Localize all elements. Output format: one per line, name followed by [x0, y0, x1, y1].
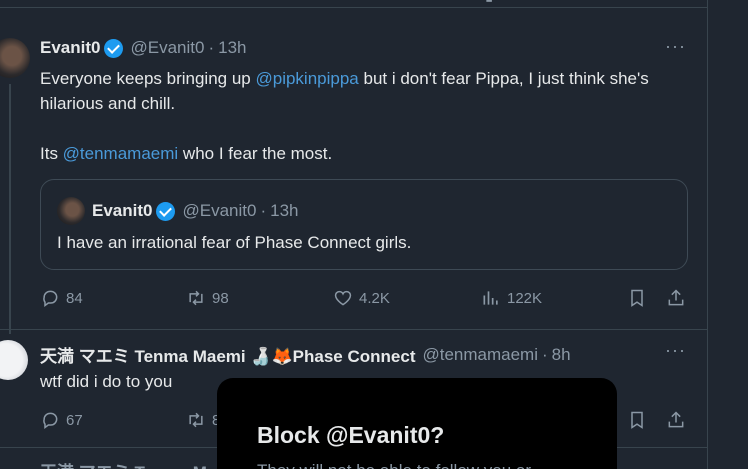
bookmark-icon [631, 289, 643, 307]
retweet-count: 98 [212, 289, 229, 307]
bookmark-button[interactable] [627, 288, 653, 308]
tweet-evanit0[interactable]: Evanit0 @Evanit0 · 13h ··· Everyone keep… [0, 22, 708, 334]
like-icon[interactable]: ♡ [340, 0, 353, 4]
verified-badge-icon [104, 38, 124, 58]
reply-count: 84 [66, 289, 83, 307]
tweet-actions: 84 98 4.2K 122K [40, 288, 688, 310]
reply-button[interactable]: 67 [40, 410, 83, 430]
retweet-icon [189, 412, 203, 428]
like-count: 4.2K [359, 289, 390, 307]
more-options-icon[interactable]: ··· [665, 36, 686, 57]
reply-button[interactable]: 84 [40, 288, 83, 308]
quoted-author-name: Evanit0 [92, 201, 153, 220]
share-button[interactable] [666, 288, 692, 308]
share-icon [668, 411, 684, 428]
verified-badge-icon [156, 201, 176, 221]
share-icon [668, 289, 684, 306]
next-tweet-author-partial[interactable]: 天満 マエミ Tenma Mae [40, 458, 226, 469]
bookmark-icon [631, 411, 643, 429]
text-segment: who I fear the most. [178, 144, 333, 163]
tweet-text-paragraph-1: Everyone keeps bringing up @pipkinpippa … [40, 66, 680, 116]
retweet-button[interactable]: 8 [186, 410, 220, 430]
author-name[interactable]: 天満 マエミ Tenma Maemi 🍶🦊Phase Connect [40, 342, 415, 367]
retweet-icon [189, 290, 203, 306]
tweet-timestamp[interactable]: 8h [552, 345, 571, 365]
separator-dot: · [260, 201, 267, 220]
avatar[interactable] [0, 340, 28, 380]
separator-dot: · [208, 38, 215, 57]
thread-connector-line [9, 84, 11, 334]
text-segment: Everyone keeps bringing up [40, 69, 256, 88]
share-icon[interactable]: ⇪ [668, 0, 681, 4]
quoted-timestamp: 13h [270, 201, 299, 220]
text-segment: Its [40, 144, 63, 163]
quoted-header: Evanit0 @Evanit0 · 13h [92, 201, 299, 221]
quoted-author-handle: @Evanit0 [182, 201, 257, 220]
retweet-button[interactable]: 98 [186, 288, 229, 308]
quoted-text: I have an irrational fear of Phase Conne… [57, 233, 412, 252]
author-handle[interactable]: @Evanit0 [130, 38, 204, 58]
author-handle[interactable]: @tenmamaemi [422, 345, 538, 365]
author-name[interactable]: Evanit0 [40, 38, 100, 58]
mention-link[interactable]: @tenmamaemi [63, 144, 179, 163]
tweet-text-paragraph-2: Its @tenmamaemi who I fear the most. [40, 141, 680, 166]
views-icon [483, 291, 498, 305]
bookmark-icon[interactable]: ⌑ [628, 0, 636, 4]
like-button[interactable]: 4.2K [333, 288, 390, 308]
views-button[interactable]: 122K [481, 288, 542, 308]
tweet-timestamp[interactable]: 13h [218, 38, 246, 58]
separator-dot: · [542, 344, 548, 364]
dialog-title: Block @Evanit0? [257, 422, 445, 448]
previous-tweet-actions: ⟲ ♡ ▮ ⌑ ⇪ [0, 0, 708, 8]
heart-icon [334, 290, 352, 306]
bookmark-button[interactable] [627, 410, 653, 430]
tweet-header: Evanit0 @Evanit0 · 13h [40, 38, 247, 58]
quoted-tweet[interactable]: Evanit0 @Evanit0 · 13h I have an irratio… [40, 179, 688, 270]
view-count: 122K [507, 289, 543, 307]
reply-icon [43, 290, 58, 307]
avatar[interactable] [0, 38, 30, 78]
block-confirmation-dialog: Block @Evanit0? They will not be able to… [217, 378, 617, 469]
share-button[interactable] [666, 410, 692, 430]
views-icon[interactable]: ▮ [485, 0, 493, 4]
tweet-header: 天満 マエミ Tenma Maemi 🍶🦊Phase Connect @tenm… [40, 342, 571, 367]
retweet-icon[interactable]: ⟲ [190, 0, 203, 4]
mention-link[interactable]: @pipkinpippa [255, 69, 358, 88]
dialog-description: They will not be able to follow you or [257, 461, 531, 469]
quoted-avatar [57, 197, 85, 225]
reply-icon [43, 412, 58, 429]
more-options-icon[interactable]: ··· [665, 340, 686, 361]
reply-count: 67 [66, 411, 83, 429]
